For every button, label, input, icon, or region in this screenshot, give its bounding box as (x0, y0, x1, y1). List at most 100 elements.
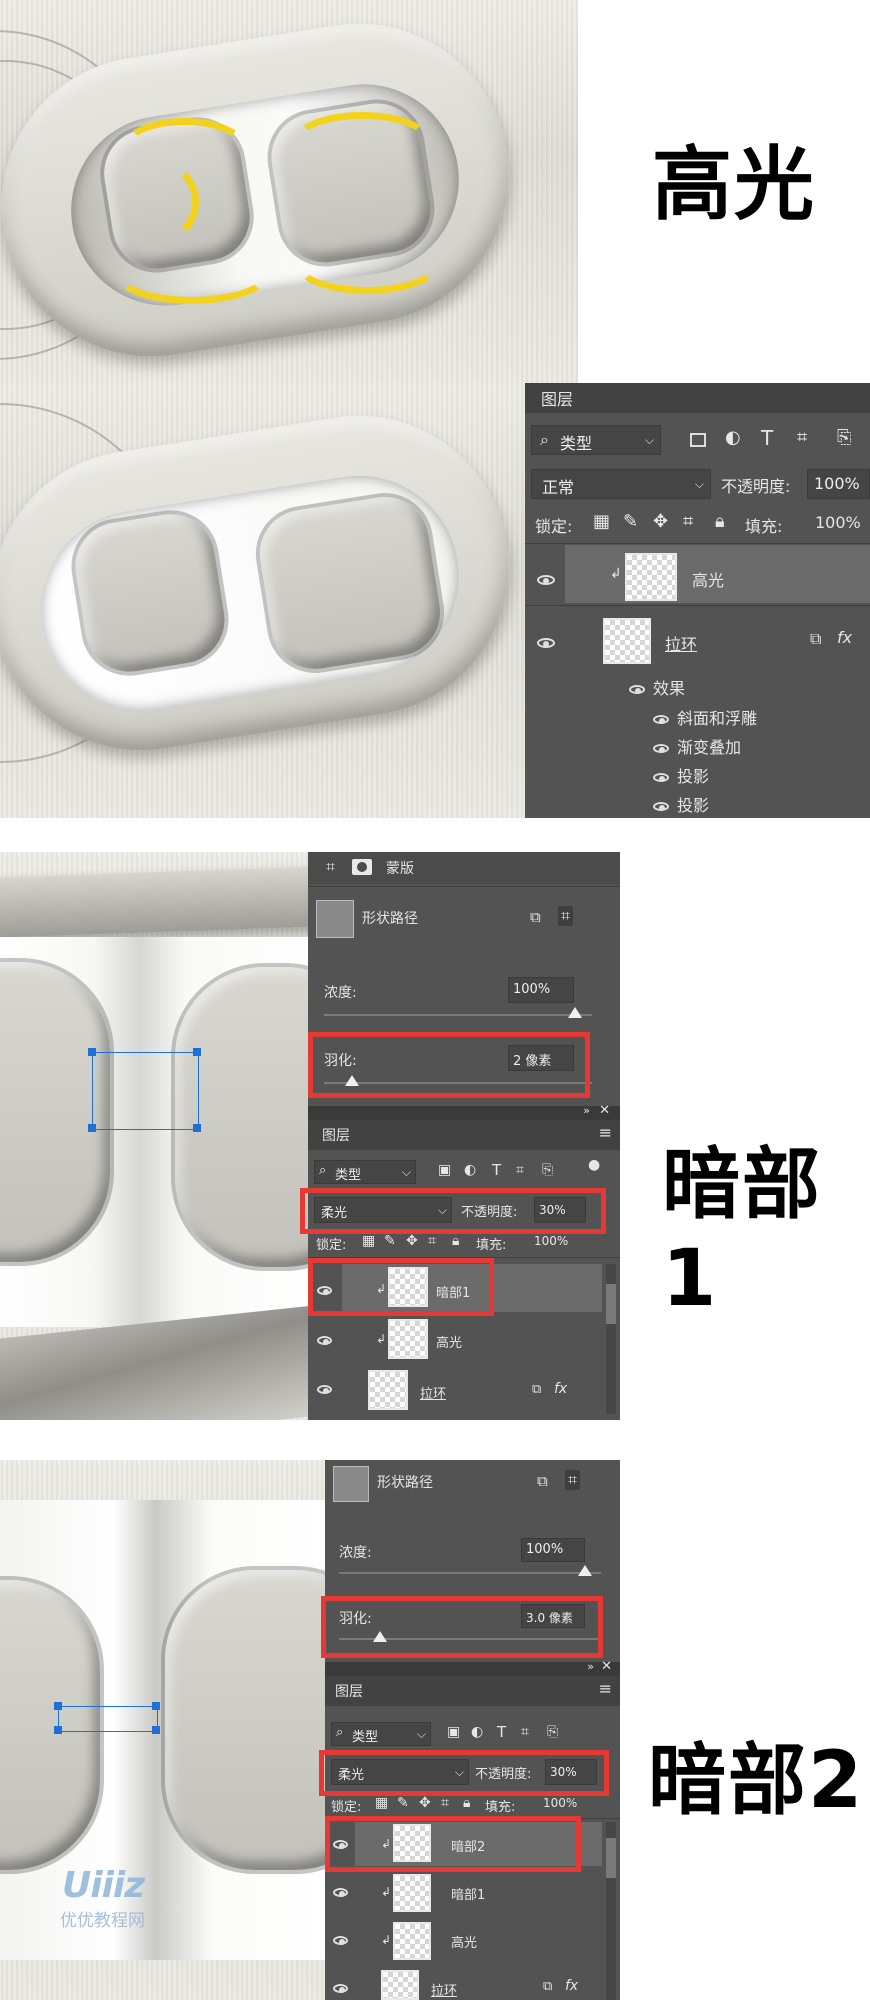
lock-all-icon[interactable]: 🔒︎ (463, 1795, 470, 1811)
lock-transparent-icon[interactable]: ▦ (362, 1233, 375, 1249)
fill-value[interactable]: 100% (534, 1234, 568, 1248)
vector-mask-icon[interactable]: ⌗ (326, 857, 335, 877)
selection-handle[interactable] (88, 1048, 96, 1056)
layers-title[interactable]: 图层 (322, 1125, 350, 1145)
density-slider-knob[interactable] (578, 1565, 592, 1576)
apply-mask-icon[interactable]: ⌗ (565, 1470, 581, 1490)
fx-icon[interactable]: fx (565, 1978, 578, 1994)
layer-name[interactable]: 拉环 (431, 1980, 457, 1999)
shape-filter-icon[interactable]: ⌗ (521, 1724, 529, 1740)
lock-artboard-icon[interactable]: ⌗ (428, 1233, 436, 1249)
collapse-icon[interactable]: » (583, 1104, 590, 1117)
layer-name[interactable]: 高光 (692, 567, 724, 591)
image-filter-icon[interactable]: ▣ (438, 1162, 451, 1178)
visibility-eye-icon[interactable] (629, 685, 645, 694)
panel-menu-icon[interactable]: ≡ (599, 1679, 612, 1698)
filter-kind-select[interactable]: ⌕ 类型 ⌵ (314, 1160, 416, 1184)
type-filter-icon[interactable]: T (497, 1723, 506, 1741)
lock-image-icon[interactable]: ✎ (623, 511, 638, 532)
visibility-eye-icon[interactable] (653, 802, 669, 811)
shape-filter-icon[interactable]: ⌗ (797, 427, 807, 448)
layer-name[interactable]: 拉环 (420, 1383, 446, 1402)
lock-transparent-icon[interactable]: ▦ (593, 511, 610, 532)
fill-value[interactable]: 100% (543, 1796, 577, 1810)
adjustment-filter-icon[interactable]: ◐ (464, 1162, 476, 1178)
visibility-eye-icon[interactable] (333, 1984, 348, 1993)
lock-position-icon[interactable]: ✥ (653, 511, 668, 532)
selection-handle[interactable] (193, 1124, 201, 1132)
select-mask-icon[interactable]: ⧉ (537, 1472, 548, 1490)
chevron-down-icon: ⌵ (416, 1727, 426, 1741)
visibility-eye-icon[interactable] (317, 1336, 332, 1345)
visibility-eye-icon[interactable] (653, 773, 669, 782)
lock-all-icon[interactable]: 🔒︎ (452, 1233, 459, 1249)
close-icon[interactable]: ✕ (601, 1659, 612, 1674)
visibility-eye-icon[interactable] (653, 744, 669, 753)
smart-object-filter-icon[interactable]: ⎘ (837, 427, 851, 448)
lock-image-icon[interactable]: ✎ (397, 1795, 409, 1811)
adjustment-filter-icon[interactable]: ◐ (471, 1724, 483, 1740)
layers-title[interactable]: 图层 (335, 1681, 363, 1701)
filter-toggle-icon[interactable]: ● (588, 1157, 600, 1173)
selection-handle[interactable] (54, 1702, 62, 1710)
lock-position-icon[interactable]: ✥ (406, 1233, 418, 1249)
lock-transparent-icon[interactable]: ▦ (375, 1795, 388, 1811)
effect-name[interactable]: 投影 (677, 763, 709, 787)
panel-menu-icon[interactable]: ≡ (599, 1123, 612, 1142)
filter-kind-select[interactable]: ⌕ 类型 ⌵ (531, 425, 661, 455)
lock-image-icon[interactable]: ✎ (384, 1233, 396, 1249)
selection-handle[interactable] (152, 1726, 160, 1734)
selection-handle[interactable] (152, 1702, 160, 1710)
layer-name[interactable]: 暗部1 (451, 1884, 485, 1903)
density-slider[interactable] (339, 1572, 601, 1574)
close-icon[interactable]: ✕ (599, 1103, 610, 1118)
image-filter-icon[interactable]: ▣ (447, 1724, 460, 1740)
effect-name[interactable]: 投影 (677, 792, 709, 816)
filter-kind-select[interactable]: ⌕ 类型 ⌵ (331, 1722, 431, 1746)
selection-handle[interactable] (193, 1048, 201, 1056)
layer-name[interactable]: 高光 (451, 1932, 477, 1951)
image-filter-icon[interactable] (690, 433, 706, 447)
select-mask-icon[interactable]: ⧉ (530, 908, 541, 926)
layer-name[interactable]: 拉环 (665, 631, 697, 655)
lock-artboard-icon[interactable]: ⌗ (683, 511, 693, 532)
fx-icon[interactable]: fx (837, 628, 852, 647)
selection-handle[interactable] (54, 1726, 62, 1734)
selection-handle[interactable] (88, 1124, 96, 1132)
smart-object-filter-icon[interactable]: ⎘ (542, 1162, 553, 1178)
pixel-mask-icon[interactable] (352, 859, 372, 875)
density-slider-knob[interactable] (568, 1007, 582, 1018)
fx-icon[interactable]: fx (554, 1381, 567, 1397)
opacity-input[interactable]: 100% (807, 469, 870, 499)
density-input[interactable]: 100% (521, 1538, 585, 1562)
visibility-eye-icon[interactable] (333, 1936, 348, 1945)
type-filter-icon[interactable]: T (761, 426, 773, 450)
effect-name[interactable]: 斜面和浮雕 (677, 705, 757, 729)
scrollbar[interactable] (606, 1822, 616, 2000)
effect-name[interactable]: 渐变叠加 (677, 734, 741, 758)
density-slider[interactable] (324, 1014, 592, 1016)
collapse-icon[interactable]: » (587, 1660, 594, 1673)
layer-name[interactable]: 高光 (436, 1332, 462, 1351)
visibility-eye-icon[interactable] (537, 638, 555, 648)
smart-object-filter-icon[interactable]: ⎘ (547, 1724, 558, 1740)
lock-artboard-icon[interactable]: ⌗ (441, 1795, 449, 1811)
density-input[interactable]: 100% (508, 977, 574, 1003)
selection-rectangle[interactable] (92, 1052, 199, 1130)
fill-value[interactable]: 100% (815, 513, 861, 532)
blend-mode-select[interactable]: 正常 ⌵ (531, 469, 711, 499)
visibility-eye-icon[interactable] (333, 1888, 348, 1897)
selection-rectangle[interactable] (58, 1706, 158, 1732)
scrollbar[interactable] (606, 1264, 616, 1414)
apply-mask-icon[interactable]: ⌗ (558, 906, 574, 926)
adjustment-filter-icon[interactable]: ◐ (725, 427, 741, 448)
visibility-eye-icon[interactable] (653, 715, 669, 724)
chevron-down-icon: ⌵ (694, 477, 704, 491)
panel-title[interactable]: 图层 (541, 386, 573, 410)
lock-all-icon[interactable]: 🔒︎ (715, 511, 725, 532)
visibility-eye-icon[interactable] (537, 575, 555, 585)
type-filter-icon[interactable]: T (492, 1161, 501, 1179)
shape-filter-icon[interactable]: ⌗ (516, 1162, 524, 1178)
visibility-eye-icon[interactable] (317, 1385, 332, 1394)
lock-position-icon[interactable]: ✥ (419, 1795, 431, 1811)
